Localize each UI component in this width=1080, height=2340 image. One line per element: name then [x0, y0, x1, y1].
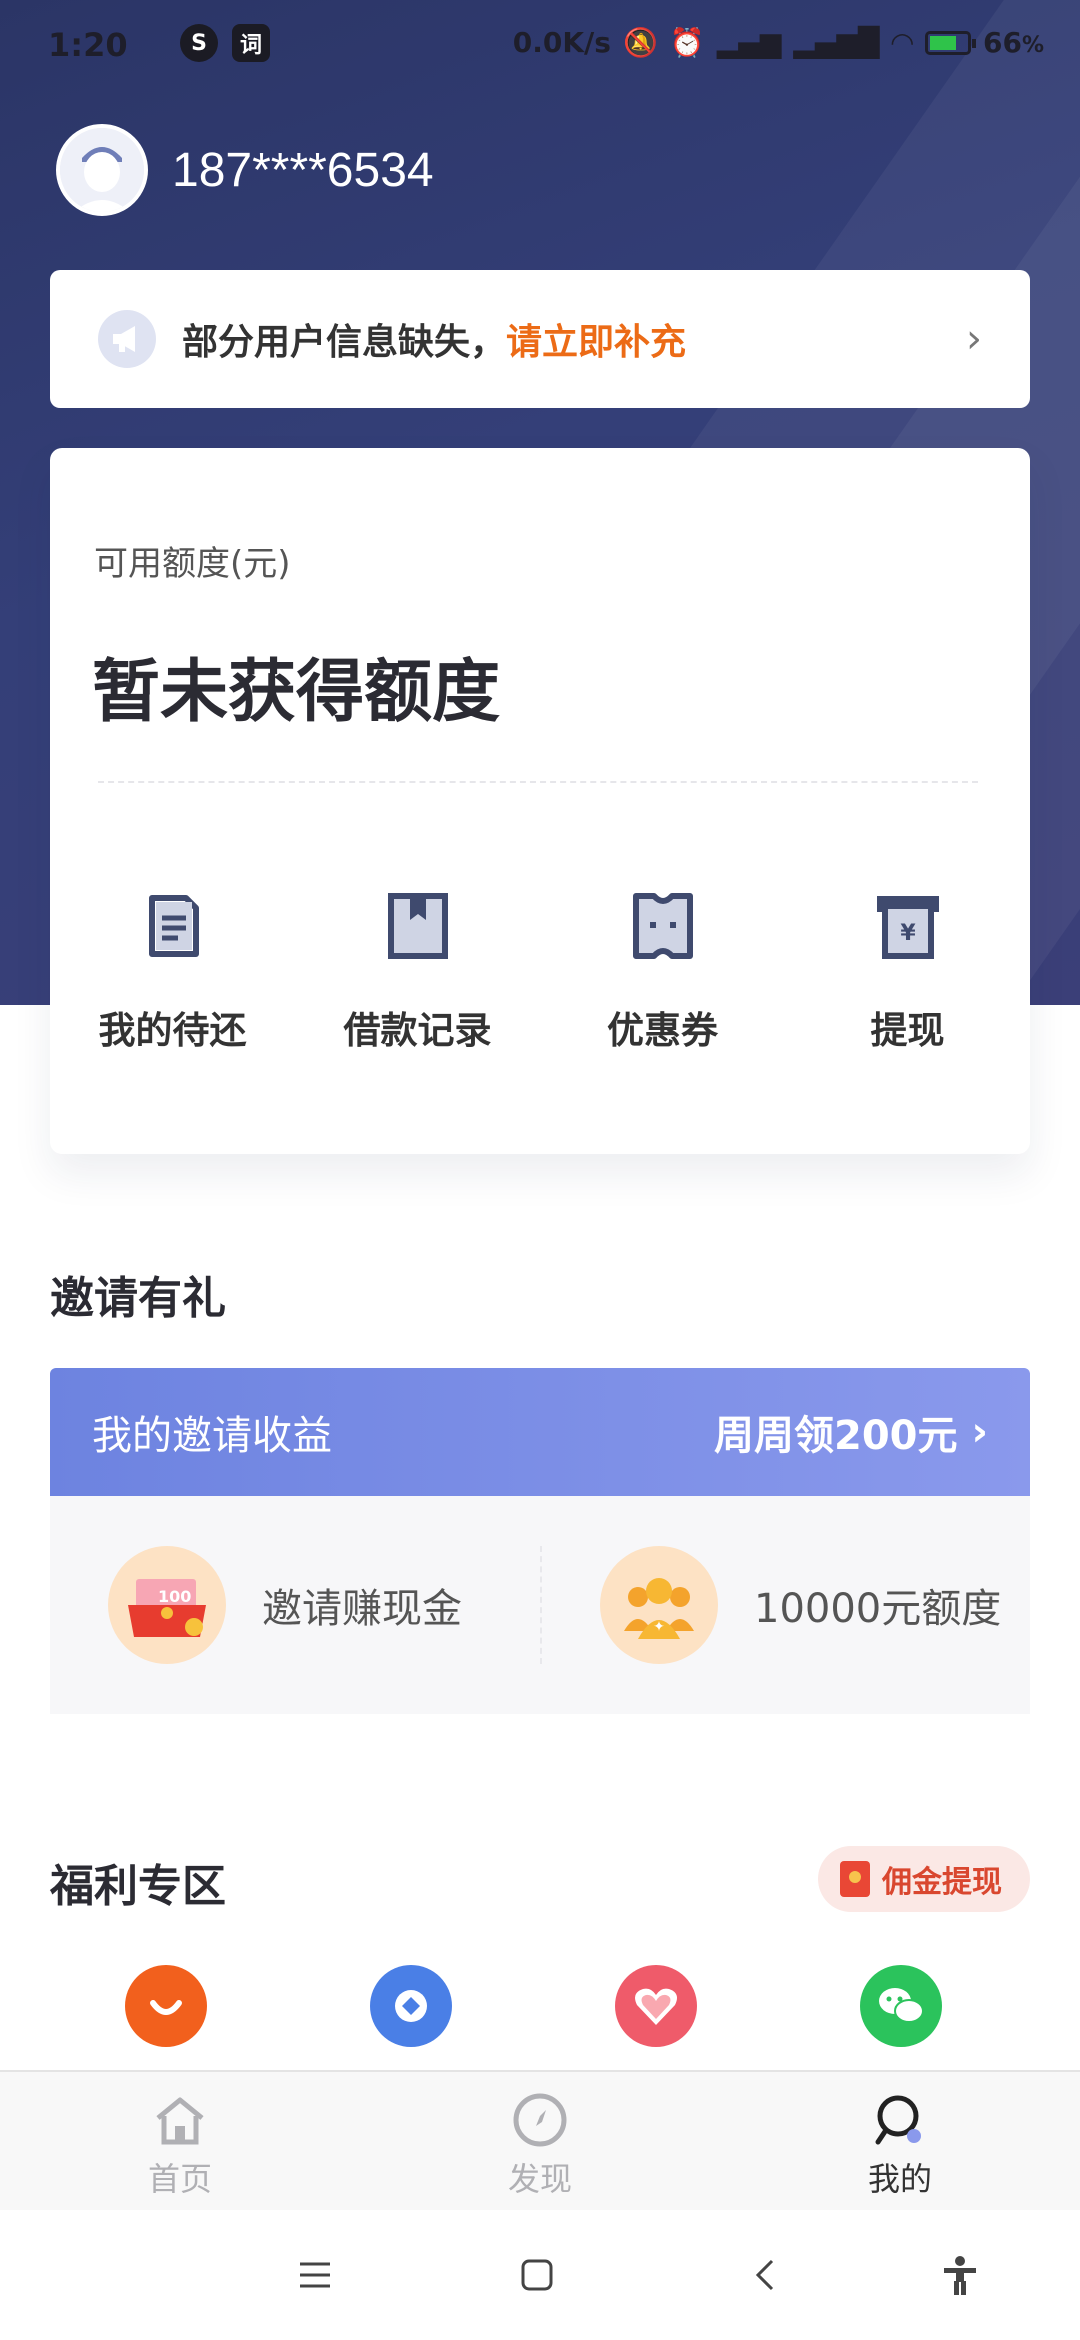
- tab-label: 首页: [147, 2160, 212, 2198]
- credit-label: 可用额度(元): [94, 544, 291, 584]
- tab-label: 发现: [507, 2160, 572, 2198]
- invite-banner-cta: 周周领200元: [714, 1413, 958, 1459]
- shortcut-label: 优惠券: [607, 1009, 718, 1052]
- dictionary-icon: 词: [232, 24, 270, 62]
- megaphone-icon: [98, 310, 156, 368]
- back-icon[interactable]: [740, 2250, 790, 2300]
- shortcut-label: 借款记录: [343, 1009, 492, 1052]
- net-speed: 0.0K/s: [512, 26, 611, 59]
- commission-label: 佣金提现: [882, 1865, 1002, 1900]
- home-square-icon[interactable]: [512, 2250, 562, 2300]
- battery-charging-icon: [924, 30, 976, 55]
- compass-icon: [513, 2093, 567, 2147]
- coupon-icon: [632, 893, 693, 959]
- battery-percent: 66: [982, 26, 1022, 59]
- shortcut-loan-record[interactable]: 借款记录: [295, 888, 540, 1054]
- red-envelope-icon: 100: [108, 1546, 226, 1664]
- profile-search-icon: [875, 2095, 921, 2145]
- sogou-icon: S: [180, 24, 218, 62]
- alarm-icon: ⏰: [669, 26, 705, 59]
- taobao-icon[interactable]: [124, 1965, 207, 2047]
- invite-earn-cash[interactable]: 100 邀请赚现金: [50, 1546, 540, 1664]
- tab-home[interactable]: 首页: [0, 2072, 360, 2210]
- avatar[interactable]: [56, 124, 148, 216]
- shortcut-withdraw[interactable]: ¥ 提现: [785, 888, 1030, 1054]
- heart-icon[interactable]: [614, 1965, 697, 2047]
- blue-diamond-icon[interactable]: [369, 1965, 452, 2047]
- shortcut-repayment[interactable]: 我的待还: [50, 888, 295, 1054]
- accessibility-icon[interactable]: [935, 2250, 985, 2300]
- system-nav-bar: [0, 2210, 1080, 2340]
- red-envelope-icon: [840, 1861, 870, 1897]
- withdraw-icon: ¥: [876, 896, 939, 959]
- profile-header[interactable]: 187****6534: [56, 124, 434, 216]
- divider: [98, 781, 978, 783]
- hd-signal-icon: ▂▄▆█: [793, 26, 880, 59]
- invite-section-title: 邀请有礼: [50, 1273, 226, 1324]
- group-users-icon: ✦: [600, 1546, 718, 1664]
- invite-item-label: 邀请赚现金: [262, 1586, 462, 1632]
- notice-text: 部分用户信息缺失，: [182, 322, 507, 363]
- svg-text:100: 100: [158, 1587, 191, 1606]
- svg-text:✦: ✦: [653, 1619, 665, 1635]
- invite-options: 100 邀请赚现金 ✦ 10000元额度: [50, 1496, 1030, 1714]
- invite-banner-title: 我的邀请收益: [92, 1413, 332, 1459]
- chevron-right-icon: ›: [966, 316, 982, 362]
- wifi-icon: ◠: [891, 26, 913, 59]
- mute-icon: 🔕: [622, 26, 658, 59]
- loan-record-icon: [387, 893, 448, 959]
- welfare-apps: [0, 1965, 1080, 2047]
- missing-info-notice[interactable]: 部分用户信息缺失， 请立即补充 ›: [50, 270, 1030, 408]
- tab-mine[interactable]: 我的: [720, 2072, 1080, 2210]
- tab-label: 我的: [867, 2160, 932, 2198]
- invite-earnings-banner[interactable]: 我的邀请收益 周周领200元 ›: [50, 1368, 1030, 1496]
- credit-amount: 暂未获得额度: [92, 653, 501, 732]
- notice-link[interactable]: 请立即补充: [506, 313, 686, 365]
- hd-signal-icon: ▂▄▆: [716, 26, 782, 59]
- commission-withdraw-button[interactable]: 佣金提现: [818, 1846, 1030, 1912]
- home-icon: [156, 2097, 204, 2145]
- bottom-tab-bar: 首页 发现 我的: [0, 2070, 1080, 2210]
- chevron-right-icon: ›: [971, 1409, 988, 1455]
- shortcut-coupon[interactable]: 优惠券: [540, 888, 785, 1054]
- menu-icon[interactable]: [290, 2250, 340, 2300]
- tab-discover[interactable]: 发现: [360, 2072, 720, 2210]
- status-time: 1:20: [48, 26, 128, 64]
- user-phone: 187****6534: [172, 143, 434, 197]
- avatar-user-icon: [60, 128, 144, 212]
- svg-text:¥: ¥: [900, 921, 916, 946]
- invite-credit-limit[interactable]: ✦ 10000元额度: [540, 1546, 1030, 1664]
- battery-unit: %: [1021, 33, 1044, 58]
- wechat-icon[interactable]: [859, 1965, 942, 2047]
- repayment-doc-icon: [148, 895, 199, 957]
- shortcut-label: 我的待还: [98, 1009, 247, 1052]
- credit-card: 可用额度(元) 暂未获得额度 我的待还 借款记录 优惠券 ¥ 提现: [50, 448, 1030, 1154]
- status-bar: 1:20 S 词 0.0K/s 🔕 ⏰ ▂▄▆ ▂▄▆█ ◠ 66%: [0, 0, 1080, 90]
- invite-item-label: 10000元额度: [754, 1586, 1002, 1632]
- welfare-section-title: 福利专区: [50, 1861, 226, 1912]
- shortcut-label: 提现: [870, 1009, 945, 1052]
